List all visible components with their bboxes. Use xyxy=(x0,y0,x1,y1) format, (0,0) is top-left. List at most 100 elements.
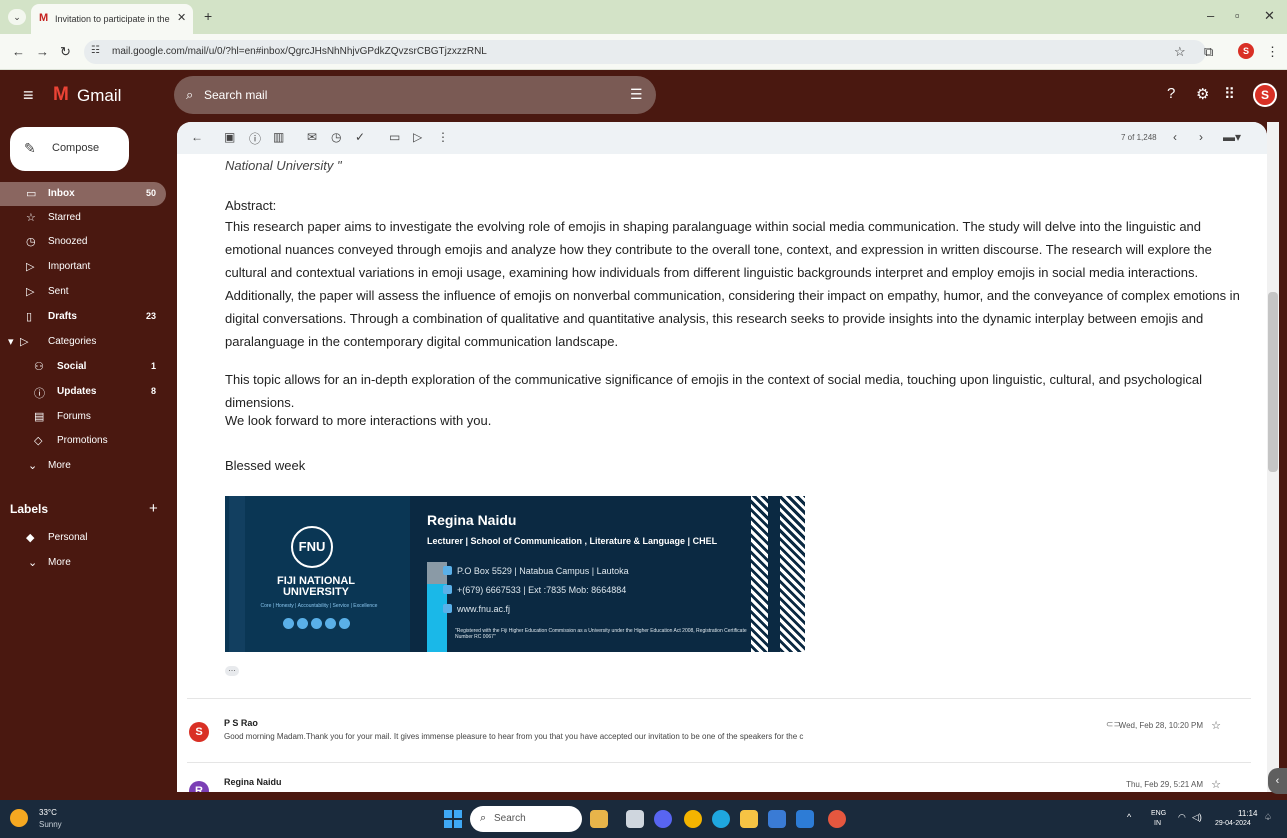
new-tab-button[interactable]: + xyxy=(204,8,212,24)
chrome-active-app-icon[interactable] xyxy=(828,810,846,828)
widgets-app-icon[interactable] xyxy=(590,810,608,828)
sidebar-item-snoozed[interactable]: ◷ Snoozed xyxy=(0,230,166,254)
sidebar-item-updates[interactable]: ⓘ Updates 8 xyxy=(0,380,166,404)
move-to-icon[interactable]: ▭ xyxy=(389,130,400,144)
restore-icon[interactable]: ▫ xyxy=(1235,8,1240,23)
signature-web[interactable]: www.fnu.ac.fj xyxy=(443,604,510,614)
clock-date[interactable]: 29-04-2024 xyxy=(1215,820,1251,827)
add-label-icon[interactable]: + xyxy=(149,500,158,517)
thread-message[interactable]: R Regina Naidu Thu, Feb 29, 5:21 AM ☆ xyxy=(187,763,1251,792)
sender-avatar: S xyxy=(189,722,209,742)
twitter-icon[interactable] xyxy=(297,618,308,629)
star-icon[interactable]: ☆ xyxy=(1211,719,1221,732)
show-trimmed-content-button[interactable]: … xyxy=(225,665,239,676)
sidebar-label-more[interactable]: ⌄ More xyxy=(0,551,166,575)
show-hidden-icons-icon[interactable]: ^ xyxy=(1127,812,1131,822)
task-view-icon[interactable] xyxy=(626,810,644,828)
store-app-icon[interactable] xyxy=(768,810,786,828)
apps-grid-icon[interactable]: ⠿ xyxy=(1224,85,1235,103)
label-as-icon[interactable]: ▷ xyxy=(413,130,422,144)
back-to-inbox-icon[interactable]: ← xyxy=(191,130,203,144)
weather-temperature[interactable]: 33°C xyxy=(39,808,57,817)
sidebar-item-categories[interactable]: ▾ ▷ Categories xyxy=(0,330,166,354)
add-task-icon[interactable]: ✓ xyxy=(355,130,365,144)
facebook-icon[interactable] xyxy=(283,618,294,629)
bookmark-star-icon[interactable]: ☆ xyxy=(1174,44,1186,60)
sidebar-item-more[interactable]: ⌄ More xyxy=(0,454,166,478)
sidebar-item-social[interactable]: ⚇ Social 1 xyxy=(0,355,166,379)
mark-unread-icon[interactable]: ✉ xyxy=(307,130,317,144)
help-icon[interactable]: ? xyxy=(1167,85,1175,102)
windows-start-icon[interactable] xyxy=(444,810,462,828)
thread-message[interactable]: S P S Rao Good morning Madam.Thank you f… xyxy=(187,700,1251,760)
outlook-app-icon[interactable] xyxy=(796,810,814,828)
sidebar-item-important[interactable]: ▷ Important xyxy=(0,255,166,279)
sidebar-item-label: Inbox xyxy=(48,188,75,199)
topic-paragraph: This topic allows for an in-depth explor… xyxy=(225,372,1202,410)
signature-web-text[interactable]: www.fnu.ac.fj xyxy=(457,604,510,614)
taskbar-search[interactable]: ⌕ Search xyxy=(470,806,582,832)
taskbar-search-label: Search xyxy=(494,813,526,824)
signature-name: Regina Naidu xyxy=(427,512,517,528)
side-panel-toggle-icon[interactable]: ‹ xyxy=(1268,768,1287,794)
tab-search-button[interactable]: ⌄ xyxy=(8,9,26,25)
notifications-bell-icon[interactable]: ♤ xyxy=(1264,812,1272,823)
sidebar-item-sent[interactable]: ▷ Sent xyxy=(0,280,166,304)
language-indicator-top[interactable]: ENG xyxy=(1151,810,1166,817)
browser-tab[interactable]: M Invitation to participate in the ✕ xyxy=(31,4,193,34)
file-explorer-icon[interactable] xyxy=(740,810,758,828)
newer-chevron-icon[interactable]: ‹ xyxy=(1173,130,1177,144)
sidebar-label-personal[interactable]: ◆ Personal xyxy=(0,526,166,550)
input-tools-icon[interactable]: ▬▾ xyxy=(1223,130,1241,144)
youtube-icon[interactable] xyxy=(325,618,336,629)
report-spam-icon[interactable]: ⓘ xyxy=(249,130,261,147)
scrollbar-thumb[interactable] xyxy=(1268,292,1278,472)
reload-icon[interactable]: ↻ xyxy=(60,44,71,60)
edge-app-icon[interactable] xyxy=(712,810,730,828)
main-menu-icon[interactable]: ≡ xyxy=(23,85,34,106)
sidebar-item-starred[interactable]: ☆ Starred xyxy=(0,206,166,230)
language-indicator-bottom[interactable]: IN xyxy=(1154,820,1161,827)
volume-icon[interactable]: ◁) xyxy=(1192,812,1202,823)
gmail-logo-icon[interactable]: M xyxy=(53,84,69,106)
fnu-logo: FNU xyxy=(291,526,333,568)
sidebar-item-count: 1 xyxy=(150,361,156,371)
sidebar-item-promotions[interactable]: ◇ Promotions xyxy=(0,429,166,453)
sidebar-item-inbox[interactable]: ▭ Inbox 50 xyxy=(0,182,166,206)
delete-icon[interactable]: ▥ xyxy=(273,130,284,144)
older-chevron-icon[interactable]: › xyxy=(1199,130,1203,144)
search-input[interactable] xyxy=(204,85,584,105)
chat-app-icon[interactable] xyxy=(654,810,672,828)
chrome-app-icon[interactable] xyxy=(684,810,702,828)
search-bar[interactable]: ⌕ ☰ xyxy=(174,76,656,114)
instagram-icon[interactable] xyxy=(311,618,322,629)
search-options-icon[interactable]: ☰ xyxy=(630,86,643,103)
settings-gear-icon[interactable]: ⚙ xyxy=(1196,85,1209,103)
browser-menu-icon[interactable]: ⋮ xyxy=(1266,44,1279,60)
address-bar[interactable]: ☷ mail.google.com/mail/u/0/?hl=en#inbox/… xyxy=(84,40,1206,64)
browser-profile-avatar[interactable]: S xyxy=(1238,43,1254,59)
search-icon[interactable]: ⌕ xyxy=(186,87,193,103)
tab-close-icon[interactable]: ✕ xyxy=(177,11,186,24)
account-avatar[interactable]: S xyxy=(1253,83,1277,107)
close-window-icon[interactable]: ✕ xyxy=(1264,8,1275,24)
sidebar-item-label: More xyxy=(48,460,71,471)
weather-sun-icon[interactable] xyxy=(10,809,28,827)
linkedin-icon[interactable] xyxy=(339,618,350,629)
clock-time[interactable]: 11:14 xyxy=(1238,809,1257,818)
email-toolbar: ← ▣ ⓘ ▥ ✉ ◷ ✓ ▭ ▷ ⋮ 7 of 1,248 ‹ › ▬▾ xyxy=(177,122,1267,154)
more-actions-icon[interactable]: ⋮ xyxy=(437,130,449,144)
forward-icon[interactable]: → xyxy=(36,44,49,59)
back-icon[interactable]: ← xyxy=(12,44,25,59)
minimize-icon[interactable]: – xyxy=(1207,8,1214,23)
compose-button[interactable]: ✎ Compose xyxy=(10,127,129,171)
snooze-icon[interactable]: ◷ xyxy=(331,130,341,144)
extensions-icon[interactable]: ⧉ xyxy=(1204,44,1213,60)
star-icon[interactable]: ☆ xyxy=(1211,778,1221,791)
sidebar-item-forums[interactable]: ▤ Forums xyxy=(0,405,166,429)
wifi-icon[interactable]: ◠ xyxy=(1178,812,1186,823)
weather-condition[interactable]: Sunny xyxy=(39,820,62,829)
sidebar-item-drafts[interactable]: ▯ Drafts 23 xyxy=(0,305,166,329)
archive-icon[interactable]: ▣ xyxy=(224,130,235,144)
site-settings-icon[interactable]: ☷ xyxy=(91,45,100,56)
